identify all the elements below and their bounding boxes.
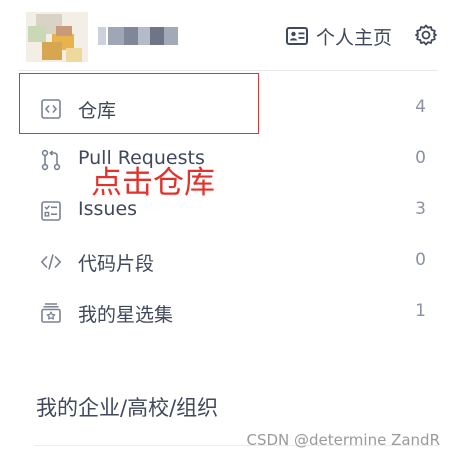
header-divider bbox=[18, 70, 438, 71]
nav-item-count: 4 bbox=[415, 97, 426, 117]
nav-item-count: 0 bbox=[415, 148, 426, 168]
click-repository-annotation: 点击仓库 bbox=[91, 165, 215, 201]
profile-header: 个人主页 bbox=[0, 0, 456, 70]
issues-icon bbox=[41, 201, 61, 221]
gear-icon[interactable] bbox=[414, 23, 438, 47]
nav-item-label: 代码片段 bbox=[78, 253, 155, 275]
repository-highlight-box bbox=[19, 73, 259, 134]
nav-item-count: 3 bbox=[415, 199, 426, 219]
nav-item-count: 0 bbox=[415, 250, 426, 270]
star-collection-icon bbox=[41, 303, 61, 323]
personal-homepage-label: 个人主页 bbox=[316, 26, 393, 49]
nav-item-count: 1 bbox=[415, 301, 426, 321]
nav-item-label: 我的星选集 bbox=[78, 304, 174, 326]
personal-homepage-link[interactable]: 个人主页 bbox=[286, 24, 393, 49]
nav-item-issues[interactable]: Issues 3 bbox=[0, 186, 456, 236]
organizations-section-title: 我的企业/高校/组织 bbox=[36, 396, 219, 420]
code-snippet-icon bbox=[40, 254, 62, 270]
nav-item-star-collections[interactable]: 我的星选集 1 bbox=[0, 288, 456, 338]
pull-request-icon bbox=[41, 149, 61, 171]
csdn-watermark: CSDN @determine ZandR bbox=[246, 431, 441, 449]
profile-card-icon bbox=[286, 27, 308, 45]
nav-item-code-snippets[interactable]: 代码片段 0 bbox=[0, 237, 456, 287]
nav-item-pull-requests[interactable]: Pull Requests 0 bbox=[0, 135, 456, 185]
avatar[interactable] bbox=[26, 12, 88, 62]
username-blurred bbox=[98, 27, 180, 45]
